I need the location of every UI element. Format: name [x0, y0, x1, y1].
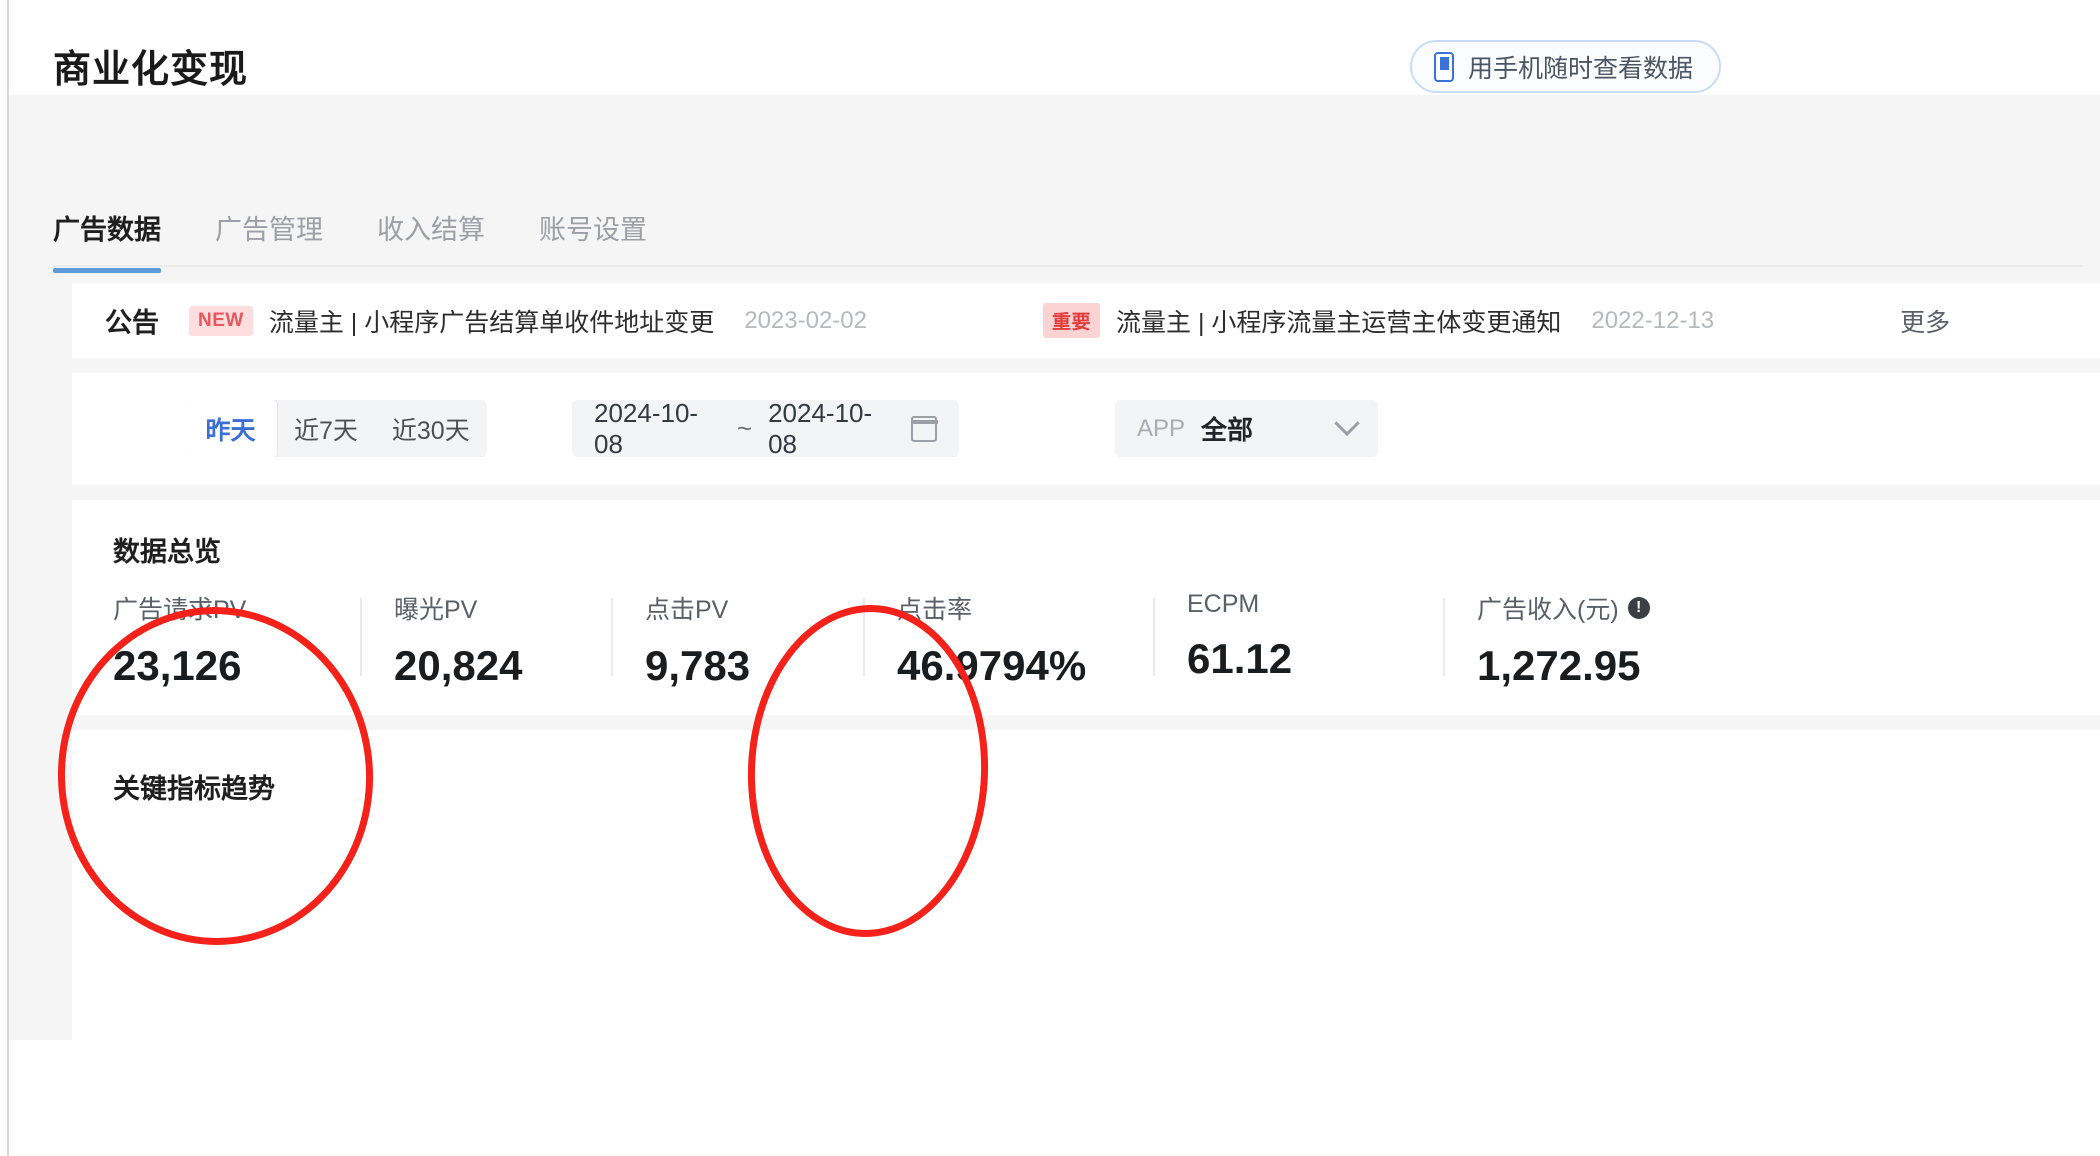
- stat-value: 46.9794%: [897, 642, 1087, 689]
- stat-label: ECPM: [1187, 590, 1260, 618]
- date-range-separator: ~: [736, 413, 753, 443]
- page-bottom-background: [9, 1040, 2100, 1156]
- date-preset-yesterday[interactable]: 昨天: [184, 400, 277, 457]
- phone-icon: [1434, 51, 1454, 82]
- date-range-start: 2024-10-08: [594, 397, 699, 459]
- app-filter-select[interactable]: APP 全部: [1115, 400, 1378, 457]
- view-on-phone-label: 用手机随时查看数据: [1468, 54, 1694, 83]
- stat-label: 点击率: [897, 596, 973, 624]
- stat-value: 23,126: [113, 642, 242, 689]
- announcement-card: 公告 NEW 流量主 | 小程序广告结算单收件地址变更 2023-02-02 重…: [72, 283, 2100, 358]
- stat-ad-revenue: 广告收入(元) ! 1,272.95: [1443, 590, 1783, 690]
- stat-label: 曝光PV: [394, 596, 478, 624]
- date-preset-last-7-days[interactable]: 近7天: [277, 400, 375, 457]
- announcement-link-1[interactable]: 流量主 | 小程序广告结算单收件地址变更: [269, 303, 714, 339]
- tab-ad-data[interactable]: 广告数据: [53, 208, 161, 273]
- stat-label: 广告请求PV: [113, 596, 247, 624]
- overview-stats-row: 广告请求PV 23,126 曝光PV 20,824 点击PV 9,783 点击率…: [113, 590, 2100, 690]
- tab-bar: 广告数据 广告管理 收入结算 账号设置: [53, 208, 647, 273]
- key-metric-trend-title: 关键指标趋势: [113, 774, 275, 804]
- stat-value: 61.12: [1187, 635, 1293, 682]
- announcement-date-1: 2023-02-02: [744, 306, 867, 334]
- stat-value: 9,783: [645, 642, 751, 689]
- tab-account-settings[interactable]: 账号设置: [539, 208, 647, 273]
- page-title: 商业化变现: [53, 49, 249, 91]
- filter-card: 昨天 近7天 近30天 2024-10-08 ~ 2024-10-08 APP …: [72, 373, 2100, 485]
- badge-important: 重要: [1042, 303, 1100, 338]
- key-metric-trend-card: 关键指标趋势: [72, 730, 2100, 1040]
- announcement-title: 公告: [105, 308, 159, 338]
- data-overview-card: 数据总览 广告请求PV 23,126 曝光PV 20,824 点击PV 9,78…: [72, 500, 2100, 715]
- stat-ecpm: ECPM 61.12: [1153, 590, 1443, 690]
- stat-exposure-pv: 曝光PV 20,824: [360, 590, 611, 690]
- date-preset-segmented-control: 昨天 近7天 近30天: [184, 400, 487, 457]
- date-range-picker[interactable]: 2024-10-08 ~ 2024-10-08: [572, 397, 959, 459]
- app-filter-label: APP: [1137, 414, 1186, 442]
- tab-bar-divider: [53, 265, 2083, 267]
- announcement-date-2: 2022-12-13: [1591, 306, 1715, 334]
- chevron-down-icon: [1334, 410, 1360, 436]
- stat-label-with-info: 广告收入(元) !: [1477, 590, 1783, 626]
- stat-label-text: 广告收入(元): [1477, 596, 1619, 624]
- app-filter-value: 全部: [1201, 415, 1254, 445]
- stat-click-pv: 点击PV 9,783: [611, 590, 863, 690]
- stat-click-rate: 点击率 46.9794%: [863, 590, 1153, 690]
- badge-new: NEW: [189, 305, 253, 336]
- stat-value: 20,824: [394, 642, 523, 689]
- data-overview-title: 数据总览: [113, 537, 221, 567]
- stat-label: 点击PV: [645, 596, 729, 624]
- announcement-row: 公告 NEW 流量主 | 小程序广告结算单收件地址变更 2023-02-02 重…: [72, 283, 2100, 358]
- stat-ad-request-pv: 广告请求PV 23,126: [113, 590, 360, 690]
- date-preset-last-30-days[interactable]: 近30天: [375, 400, 487, 457]
- page-header: 商业化变现 用手机随时查看数据: [53, 18, 2083, 118]
- stat-value: 1,272.95: [1477, 642, 1641, 689]
- announcement-more-link[interactable]: 更多: [1900, 303, 1950, 339]
- date-range-end: 2024-10-08: [768, 397, 873, 459]
- app-page: 商业化变现 用手机随时查看数据 广告数据 广告管理 收入结算 账号设置 公告 N…: [0, 0, 2100, 1156]
- announcement-link-2[interactable]: 流量主 | 小程序流量主运营主体变更通知: [1116, 303, 1561, 339]
- view-on-phone-button[interactable]: 用手机随时查看数据: [1410, 40, 1722, 93]
- tab-ad-management[interactable]: 广告管理: [215, 208, 323, 273]
- calendar-icon: [910, 415, 938, 442]
- info-icon[interactable]: !: [1627, 597, 1650, 619]
- tab-income-settlement[interactable]: 收入结算: [377, 208, 485, 273]
